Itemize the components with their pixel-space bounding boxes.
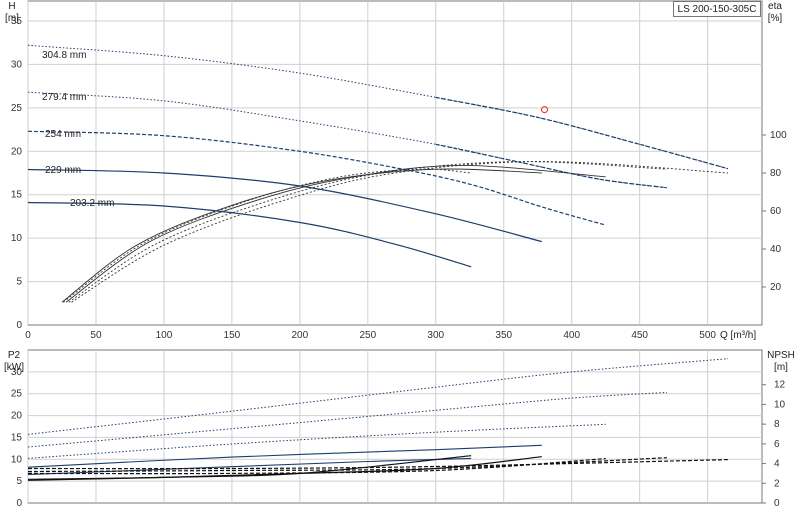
x-tick-label: 100 bbox=[156, 330, 173, 341]
p2-curve bbox=[27, 457, 472, 476]
x-tick-label: 500 bbox=[699, 330, 716, 341]
p2-axis-label: P2 bbox=[8, 350, 21, 361]
npsh-tick-label: 0 bbox=[774, 498, 780, 509]
x-tick-label: 50 bbox=[90, 330, 102, 341]
y-tick-label: 10 bbox=[11, 233, 23, 244]
bottom-panel-frame bbox=[27, 349, 763, 504]
p2-tick-label: 15 bbox=[11, 432, 23, 443]
p2-curve bbox=[27, 423, 606, 459]
eta-tick-label: 60 bbox=[770, 206, 782, 217]
npsh-tick-label: 8 bbox=[774, 419, 780, 430]
x-tick-label: 450 bbox=[631, 330, 648, 341]
p2-axis-unit: [kW] bbox=[4, 362, 24, 373]
head-curve bbox=[27, 44, 729, 170]
npsh-curve bbox=[27, 456, 542, 480]
p2-tick-label: 10 bbox=[11, 454, 23, 465]
eta-tick-label: 100 bbox=[770, 130, 787, 141]
p2-tick-label: 5 bbox=[16, 476, 22, 487]
x-tick-label: 300 bbox=[427, 330, 444, 341]
impeller-diameter-label: 254 mm bbox=[45, 129, 81, 140]
chart-canvas: 0 50 100 150 200 250 300 350 400 450 5000510152025… bbox=[4, 0, 795, 509]
head-axis-label: H bbox=[8, 1, 15, 12]
y-tick-label: 5 bbox=[16, 277, 22, 288]
eta-tick-label: 80 bbox=[770, 168, 782, 179]
eta-tick-label: 40 bbox=[770, 244, 782, 255]
y-tick-label: 25 bbox=[11, 103, 23, 114]
p2-curve bbox=[27, 358, 729, 435]
efficiency-curve bbox=[61, 168, 542, 303]
impeller-diameter-label: 304.8 mm bbox=[42, 50, 86, 61]
npsh-tick-label: 6 bbox=[774, 439, 780, 450]
y-tick-label: 0 bbox=[16, 320, 22, 331]
efficiency-curve bbox=[63, 168, 472, 303]
npsh-tick-label: 4 bbox=[774, 459, 780, 470]
y-tick-label: 30 bbox=[11, 59, 23, 70]
p2-tick-label: 25 bbox=[11, 389, 23, 400]
x-tick-label: 250 bbox=[359, 330, 376, 341]
impeller-diameter-label: 203.2 mm bbox=[70, 198, 114, 209]
npsh-tick-label: 12 bbox=[774, 380, 786, 391]
eta-axis-label: eta bbox=[768, 1, 782, 12]
x-tick-label: 350 bbox=[495, 330, 512, 341]
x-tick-label: 150 bbox=[224, 330, 241, 341]
chart-title: LS 200-150-305C bbox=[673, 1, 761, 17]
npsh-axis-unit: [m] bbox=[774, 362, 788, 373]
y-tick-label: 20 bbox=[11, 146, 23, 157]
head-curve bbox=[27, 201, 472, 268]
npsh-tick-label: 10 bbox=[774, 399, 786, 410]
x-tick-label: 400 bbox=[563, 330, 580, 341]
impeller-diameter-label: 229 mm bbox=[45, 165, 81, 176]
x-tick-label: 200 bbox=[292, 330, 309, 341]
pump-performance-chart: 0 50 100 150 200 250 300 350 400 450 500 0 5 10 15 20 25… bbox=[0, 0, 800, 520]
impeller-diameter-label: 279.4 mm bbox=[42, 92, 86, 103]
p2-curve bbox=[27, 391, 667, 448]
eta-tick-label: 20 bbox=[770, 282, 782, 293]
flow-axis-label: Q [m³/h] bbox=[720, 330, 756, 341]
head-axis-unit: [m] bbox=[5, 13, 19, 24]
y-tick-label: 15 bbox=[11, 190, 23, 201]
eta-axis-unit: [%] bbox=[768, 13, 783, 24]
x-tick-label: 0 bbox=[25, 330, 31, 341]
top-panel-frame bbox=[27, 0, 763, 326]
p2-tick-label: 0 bbox=[16, 498, 22, 509]
npsh-axis-label: NPSH bbox=[767, 350, 795, 361]
p2-tick-label: 20 bbox=[11, 411, 23, 422]
head-curve bbox=[27, 130, 606, 226]
npsh-tick-label: 2 bbox=[774, 478, 780, 489]
